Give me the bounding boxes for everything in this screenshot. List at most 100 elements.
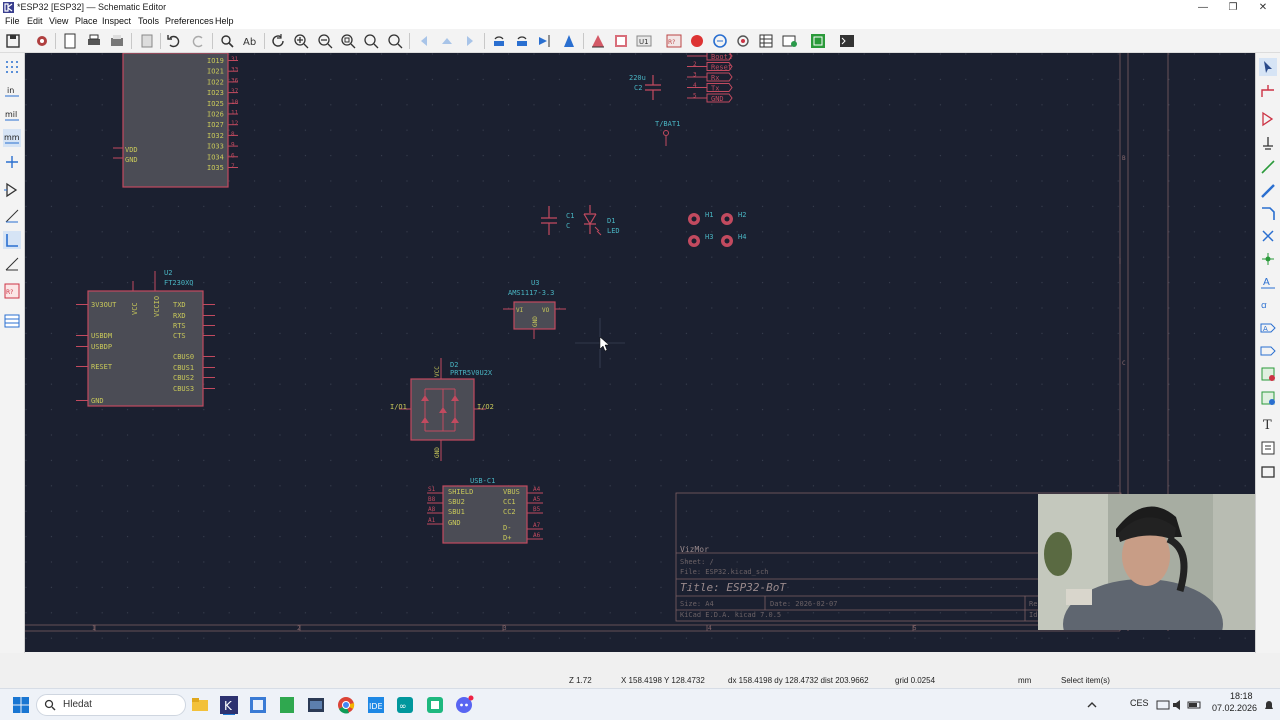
zoom-in-icon[interactable] xyxy=(292,32,310,50)
menu-place[interactable]: Place xyxy=(75,16,98,26)
ide-icon[interactable]: IDE xyxy=(366,695,386,715)
menu-preferences[interactable]: Preferences xyxy=(165,16,214,26)
frame-col-1: 1 xyxy=(92,625,96,632)
add-wire-icon[interactable] xyxy=(1259,158,1277,176)
menu-tools[interactable]: Tools xyxy=(138,16,159,26)
file-explorer-icon[interactable] xyxy=(190,695,210,715)
notifications-icon[interactable] xyxy=(1259,695,1279,715)
arduino-icon[interactable]: ∞ xyxy=(395,695,415,715)
hidden-pins-icon[interactable] xyxy=(3,181,21,199)
add-text-icon[interactable]: T xyxy=(1259,415,1277,433)
up-icon[interactable] xyxy=(438,32,456,50)
save-icon[interactable] xyxy=(4,32,22,50)
no-connect-icon[interactable] xyxy=(1259,227,1277,245)
menu-file[interactable]: File xyxy=(5,16,20,26)
erc-icon[interactable]: R? xyxy=(665,32,683,50)
import-sheet-pin-icon[interactable] xyxy=(1259,389,1277,407)
add-rectangle-icon[interactable] xyxy=(1259,463,1277,481)
edit-fields-icon[interactable] xyxy=(781,32,799,50)
schematic-taskbar-icon[interactable] xyxy=(248,695,268,715)
unit-in-button[interactable]: in xyxy=(3,82,21,100)
line-mode-45-icon[interactable] xyxy=(3,255,21,273)
pcb-editor-icon[interactable] xyxy=(809,32,827,50)
mirror-vertical-icon[interactable] xyxy=(536,32,554,50)
junction-icon[interactable] xyxy=(1259,250,1277,268)
maximize-button[interactable]: ❐ xyxy=(1218,0,1248,15)
symbol-library-icon[interactable] xyxy=(612,32,630,50)
menu-help[interactable]: Help xyxy=(215,16,234,26)
zoom-out-icon[interactable] xyxy=(316,32,334,50)
simulator-icon[interactable] xyxy=(688,32,706,50)
close-button[interactable]: ✕ xyxy=(1248,0,1278,15)
unit-mil-button[interactable]: mil xyxy=(3,106,21,124)
rotate-ccw-icon[interactable] xyxy=(490,32,508,50)
scripting-console-icon[interactable] xyxy=(838,32,856,50)
grid-toggle-icon[interactable] xyxy=(3,58,21,76)
properties-panel-icon[interactable] xyxy=(3,312,21,330)
line-mode-free-icon[interactable] xyxy=(3,207,21,225)
tray-chevron-icon[interactable] xyxy=(1082,695,1102,715)
mirror-horizontal-icon[interactable] xyxy=(560,32,578,50)
svg-text:A: A xyxy=(1263,277,1270,288)
menu-edit[interactable]: Edit xyxy=(27,16,43,26)
add-sheet-icon[interactable] xyxy=(1259,365,1277,383)
print-icon[interactable] xyxy=(85,32,103,50)
undo-icon[interactable] xyxy=(165,32,183,50)
u1-pin-number: 12 xyxy=(231,120,239,127)
refresh-icon[interactable] xyxy=(269,32,287,50)
global-label-icon[interactable]: ꭤ xyxy=(1259,296,1277,314)
find-replace-icon[interactable]: Ab xyxy=(241,32,259,50)
add-power-icon[interactable] xyxy=(1259,134,1277,152)
add-symbol-icon[interactable] xyxy=(1259,110,1277,128)
erc-markers-icon[interactable]: R? xyxy=(3,282,21,300)
cursor-style-icon[interactable] xyxy=(3,153,21,171)
redo-icon[interactable] xyxy=(189,32,207,50)
kicad-taskbar-icon[interactable]: K xyxy=(219,695,239,715)
minimize-button[interactable]: — xyxy=(1188,0,1218,15)
battery-icon[interactable] xyxy=(1185,695,1205,715)
u1-pin-label: IO35 xyxy=(207,164,224,172)
u1-pin-number: 36 xyxy=(231,77,239,84)
assign-footprints-icon[interactable] xyxy=(734,32,752,50)
netlist-icon[interactable] xyxy=(711,32,729,50)
paste-icon[interactable] xyxy=(138,32,156,50)
tray-date[interactable]: 07.02.2026 xyxy=(1212,703,1257,713)
hierarchical-label-icon[interactable]: A xyxy=(1259,319,1277,337)
forward-icon[interactable] xyxy=(461,32,479,50)
rotate-cw-icon[interactable] xyxy=(513,32,531,50)
spreadsheet-icon[interactable] xyxy=(277,695,297,715)
add-textbox-icon[interactable] xyxy=(1259,439,1277,457)
zoom-fit-icon[interactable] xyxy=(339,32,357,50)
symbol-usb-c1[interactable]: USB-C1 SHIELD S1 SBU2 B8 SBU1 A8 GND A1 VBUS A4 CC… xyxy=(427,477,543,544)
annotate-icon[interactable]: U1 xyxy=(635,32,653,50)
add-bus-icon[interactable] xyxy=(1259,182,1277,200)
discord-icon[interactable] xyxy=(454,695,474,715)
symbol-u1-esp32[interactable]: IO19 31 IO21 33 IO22 36 IO23 37 IO25 10 IO26 11 IO27… xyxy=(113,53,239,188)
taskbar-search[interactable]: Hledat xyxy=(36,694,186,716)
plot-icon[interactable] xyxy=(108,32,126,50)
net-label-icon[interactable]: A xyxy=(1259,273,1277,291)
select-tool-icon[interactable] xyxy=(1259,58,1277,76)
d2-pin-gnd: GND xyxy=(434,447,441,458)
page-settings-icon[interactable] xyxy=(61,32,79,50)
add-hierarchical-pin-icon[interactable] xyxy=(1259,342,1277,360)
schematic-setup-icon[interactable] xyxy=(33,32,51,50)
tray-language[interactable]: CES xyxy=(1130,698,1149,708)
chrome-icon[interactable] xyxy=(336,695,356,715)
line-mode-90-icon[interactable] xyxy=(3,231,21,249)
find-icon[interactable] xyxy=(218,32,236,50)
bom-icon[interactable] xyxy=(757,32,775,50)
tray-time[interactable]: 18:18 xyxy=(1230,691,1253,701)
terminal-icon[interactable] xyxy=(306,695,326,715)
menu-inspect[interactable]: Inspect xyxy=(102,16,131,26)
highlight-net-icon[interactable] xyxy=(1259,82,1277,100)
symbol-editor-icon[interactable] xyxy=(589,32,607,50)
back-icon[interactable] xyxy=(415,32,433,50)
app-icon[interactable] xyxy=(425,695,445,715)
unit-mm-button[interactable]: mm xyxy=(3,129,21,147)
menu-view[interactable]: View xyxy=(49,16,68,26)
zoom-objects-icon[interactable] xyxy=(362,32,380,50)
windows-start-icon[interactable] xyxy=(11,695,31,715)
zoom-selection-icon[interactable] xyxy=(386,32,404,50)
bus-entry-icon[interactable] xyxy=(1259,204,1277,222)
